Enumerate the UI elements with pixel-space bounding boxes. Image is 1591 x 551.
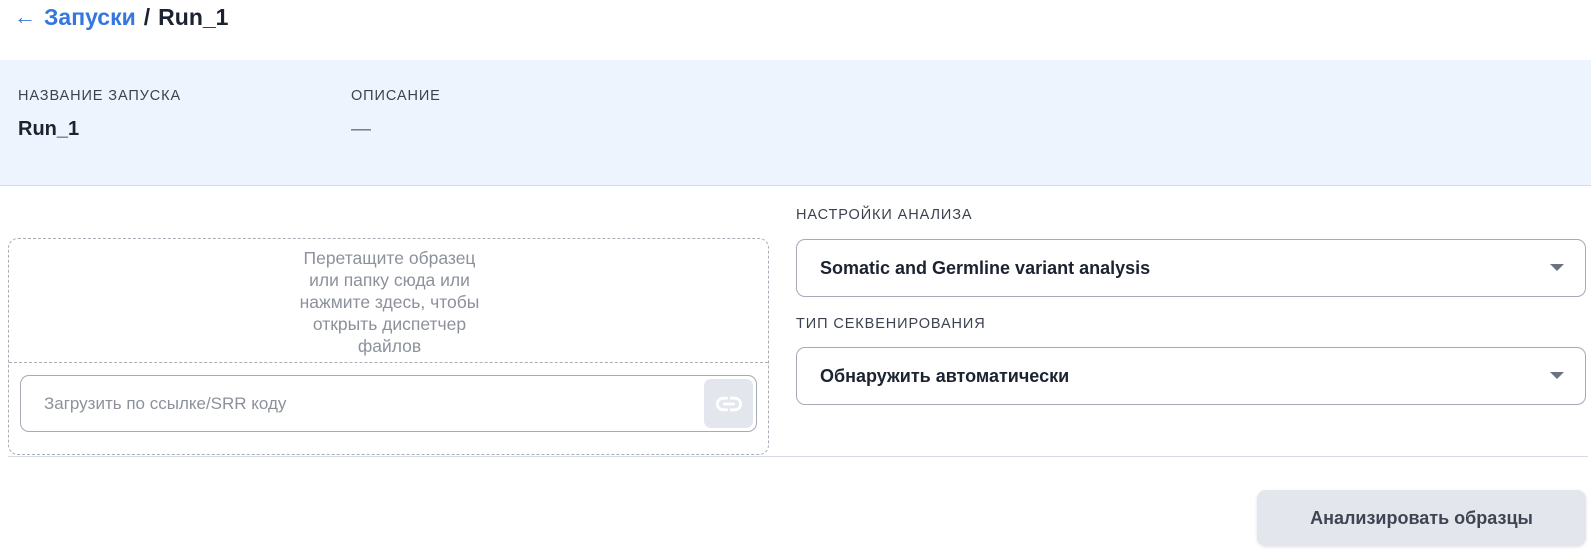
breadcrumb: ← Запуски / Run_1 [14,2,228,32]
link-upload-button[interactable] [704,379,753,428]
form-divider [8,456,1588,457]
analysis-settings-select[interactable]: Somatic and Germline variant analysis [796,239,1586,297]
url-upload-field [20,375,757,432]
breadcrumb-separator: / [143,3,151,30]
dropzone-instructions: Перетащите образец или папку сюда или на… [9,247,770,357]
run-description-value: — [351,118,371,140]
analysis-settings-value: Somatic and Germline variant analysis [820,258,1151,278]
sample-dropzone[interactable]: Перетащите образец или папку сюда или на… [8,238,769,455]
run-name-block: НАЗВАНИЕ ЗАПУСКА Run_1 [18,88,181,141]
url-input[interactable] [21,376,691,431]
analysis-settings-label: НАСТРОЙКИ АНАЛИЗА [796,207,973,223]
link-icon [715,396,742,411]
dropzone-text-line: открыть диспетчер [312,314,467,334]
back-arrow-icon: ← [14,4,36,29]
dropzone-text-line: файлов [357,336,422,356]
analyze-samples-button[interactable]: Анализировать образцы [1257,490,1586,546]
dropzone-text-line: Перетащите образец [303,248,476,268]
dropzone-text-line: или папку сюда или [309,270,470,290]
sequencing-type-label: ТИП СЕКВЕНИРОВАНИЯ [796,316,986,332]
sequencing-type-select[interactable]: Обнаружить автоматически [796,347,1586,405]
caret-down-icon [1550,264,1564,271]
run-name-label: НАЗВАНИЕ ЗАПУСКА [18,88,182,104]
breadcrumb-parent: Запуски [44,3,136,30]
back-link-runs[interactable]: ← Запуски [14,4,136,31]
breadcrumb-current: Run_1 [158,3,229,30]
dropzone-text-line: нажмите здесь, чтобы [299,292,480,312]
sequencing-type-value: Обнаружить автоматически [820,366,1070,386]
run-description-label: ОПИСАНИЕ [351,88,441,104]
dropzone-divider [9,362,768,363]
caret-down-icon [1550,372,1564,379]
run-name-value: Run_1 [18,118,80,140]
run-description-block: ОПИСАНИЕ — [351,88,441,141]
run-info-panel: НАЗВАНИЕ ЗАПУСКА Run_1 ОПИСАНИЕ — [0,60,1591,186]
